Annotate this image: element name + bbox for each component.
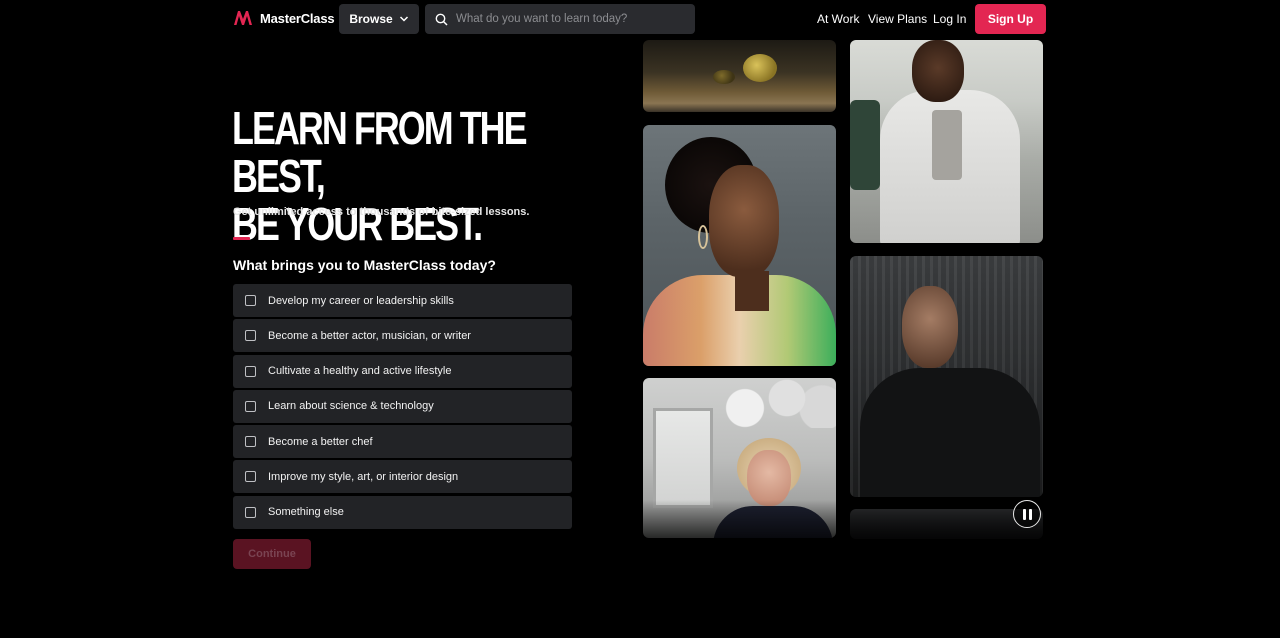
survey-question: What brings you to MasterClass today? [233, 257, 496, 273]
masterclass-logo[interactable]: MasterClass [233, 10, 335, 26]
option-style[interactable]: Improve my style, art, or interior desig… [233, 460, 572, 494]
option-lifestyle[interactable]: Cultivate a healthy and active lifestyle [233, 354, 572, 388]
option-label: Cultivate a healthy and active lifestyle [268, 365, 452, 378]
browse-button[interactable]: Browse [339, 4, 419, 34]
checkbox[interactable] [245, 436, 256, 448]
search-input[interactable] [456, 13, 686, 25]
instructor-image-woman-portrait [643, 125, 836, 366]
nav-view-plans[interactable]: View Plans [868, 12, 927, 26]
pause-icon [1022, 508, 1026, 520]
nav-at-work[interactable]: At Work [817, 12, 859, 26]
sign-up-button[interactable]: Sign Up [975, 4, 1046, 34]
nav-log-in[interactable]: Log In [933, 12, 966, 26]
masterclass-logo-icon [234, 11, 252, 25]
survey-options: Develop my career or leadership skills B… [233, 284, 572, 531]
option-label: Something else [268, 506, 344, 519]
option-label: Become a better chef [268, 435, 373, 448]
pause-icon [1028, 508, 1032, 520]
browse-label: Browse [349, 12, 393, 26]
accent-divider [233, 237, 250, 240]
option-career[interactable]: Develop my career or leadership skills [233, 284, 572, 317]
instructor-image-actor-dark-suit [850, 256, 1043, 497]
pause-button[interactable] [1013, 500, 1041, 528]
option-science[interactable]: Learn about science & technology [233, 389, 572, 423]
checkbox[interactable] [245, 400, 256, 412]
checkbox[interactable] [245, 365, 256, 377]
checkbox[interactable] [245, 471, 256, 483]
option-chef[interactable]: Become a better chef [233, 425, 572, 459]
instructor-image-kitchen-host [643, 378, 836, 538]
search-bar[interactable] [425, 4, 695, 34]
site-header: MasterClass Browse At Work View Plans Lo… [0, 0, 1280, 38]
checkbox[interactable] [245, 506, 256, 518]
instructor-image-actor-white-jacket [850, 40, 1043, 243]
search-icon [435, 13, 448, 26]
hero-title: LEARN FROM THE BEST, BE YOUR BEST. [232, 104, 591, 248]
checkbox[interactable] [245, 330, 256, 342]
logo-text: MasterClass [260, 10, 335, 26]
option-label: Learn about science & technology [268, 400, 434, 413]
instructor-image-food [643, 40, 836, 112]
option-arts[interactable]: Become a better actor, musician, or writ… [233, 319, 572, 353]
checkbox[interactable] [245, 295, 256, 306]
option-label: Become a better actor, musician, or writ… [268, 329, 471, 342]
hero-subtitle: Get unlimited access to thousands of bit… [233, 206, 530, 218]
option-label: Improve my style, art, or interior desig… [268, 470, 459, 483]
option-label: Develop my career or leadership skills [268, 294, 454, 307]
hero-title-line-1: LEARN FROM THE BEST, [232, 102, 528, 202]
option-something-else[interactable]: Something else [233, 495, 572, 529]
continue-button[interactable]: Continue [233, 539, 311, 569]
chevron-down-icon [399, 16, 408, 22]
